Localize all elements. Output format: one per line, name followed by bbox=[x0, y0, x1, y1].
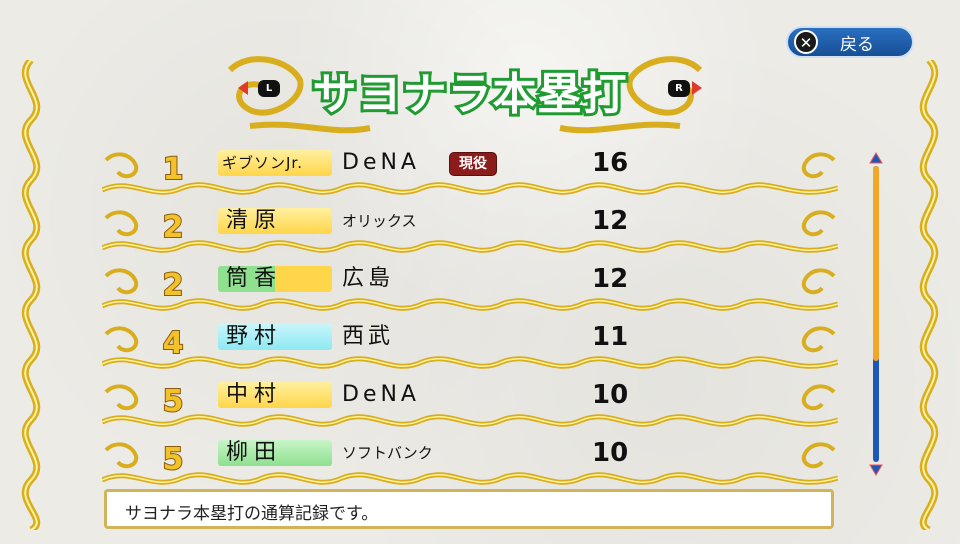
ranking-row[interactable]: 4 野村 西武 11 bbox=[102, 320, 838, 376]
description-box: サヨナラ本塁打の通算記録です。 bbox=[104, 489, 834, 529]
ranking-row[interactable]: 1 ギブソンJr. DeNA 16 現役 bbox=[102, 146, 838, 202]
scroll-thumb[interactable] bbox=[873, 166, 879, 361]
team-name: 広島 bbox=[342, 266, 395, 291]
home-run-count: 16 bbox=[592, 148, 629, 178]
team-name: ソフトバンク bbox=[342, 444, 433, 462]
back-button[interactable]: ✕ 戻る bbox=[786, 26, 914, 58]
ranking-row[interactable]: 5 柳田 ソフトバンク 10 bbox=[102, 436, 838, 492]
rank-number: 4 bbox=[162, 325, 185, 362]
r-button[interactable]: R bbox=[668, 80, 690, 97]
row-ornament bbox=[102, 210, 838, 253]
back-button-label: 戻る bbox=[840, 34, 874, 55]
description-text: サヨナラ本塁打の通算記録です。 bbox=[125, 504, 379, 524]
title-banner: L サヨナラ本塁打 R bbox=[210, 50, 720, 142]
home-run-count: 12 bbox=[592, 264, 629, 294]
scrollbar[interactable] bbox=[869, 152, 883, 476]
home-run-count: 10 bbox=[592, 438, 629, 468]
rank-number: 5 bbox=[162, 441, 185, 478]
home-run-count: 10 bbox=[592, 380, 629, 410]
player-name: 中村 bbox=[218, 382, 332, 408]
active-player-badge: 現役 bbox=[449, 152, 497, 176]
right-ornament-border bbox=[919, 60, 939, 530]
rank-number: 5 bbox=[162, 383, 185, 420]
row-ornament bbox=[102, 442, 838, 485]
team-name: DeNA bbox=[342, 382, 420, 407]
row-ornament bbox=[102, 268, 838, 311]
team-name: オリックス bbox=[342, 212, 417, 230]
rank-number: 1 bbox=[162, 151, 185, 188]
player-name: ギブソンJr. bbox=[218, 150, 332, 176]
player-name: 柳田 bbox=[218, 440, 332, 466]
player-name: 野村 bbox=[218, 324, 332, 350]
row-ornament bbox=[102, 326, 838, 369]
ranking-row[interactable]: 2 筒香 広島 12 bbox=[102, 262, 838, 318]
player-name: 清原 bbox=[218, 208, 332, 234]
team-name: DeNA bbox=[342, 150, 420, 175]
page-title: サヨナラ本塁打 bbox=[310, 66, 630, 123]
scroll-up-icon[interactable] bbox=[869, 152, 883, 164]
home-run-count: 12 bbox=[592, 206, 629, 236]
l-button[interactable]: L bbox=[258, 80, 280, 97]
left-arrow-icon bbox=[238, 81, 248, 95]
rank-number: 2 bbox=[162, 267, 185, 304]
row-ornament bbox=[102, 384, 838, 427]
scroll-down-icon[interactable] bbox=[869, 464, 883, 476]
team-name: 西武 bbox=[342, 324, 395, 349]
rank-number: 2 bbox=[162, 209, 185, 246]
ranking-row[interactable]: 5 中村 DeNA 10 bbox=[102, 378, 838, 434]
x-button-icon: ✕ bbox=[794, 30, 818, 54]
left-ornament-border bbox=[21, 60, 41, 530]
ranking-row[interactable]: 2 清原 オリックス 12 bbox=[102, 204, 838, 260]
right-arrow-icon bbox=[692, 81, 702, 95]
player-name: 筒香 bbox=[218, 266, 332, 292]
home-run-count: 11 bbox=[592, 322, 629, 352]
